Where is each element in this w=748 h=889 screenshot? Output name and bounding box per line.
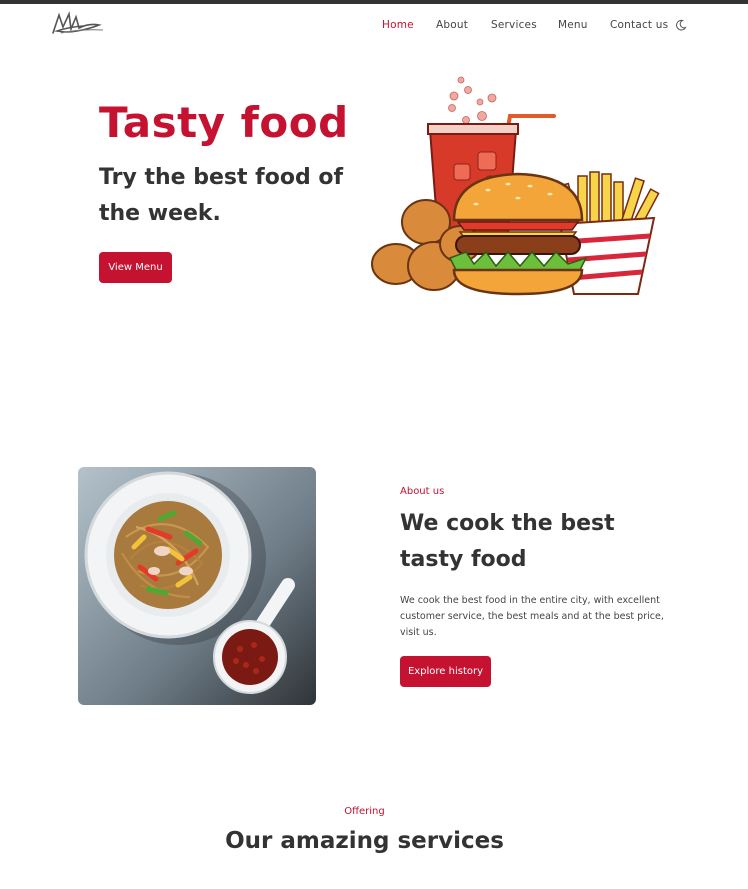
nav-services[interactable]: Services	[491, 19, 537, 31]
top-border	[0, 0, 748, 4]
main-nav: Home About Services Menu Contact us	[0, 19, 748, 35]
noodle-dish-photo	[78, 467, 316, 705]
about-title: We cook the best tasty food	[400, 511, 615, 572]
nav-home[interactable]: Home	[382, 19, 414, 31]
view-menu-button[interactable]: View Menu	[99, 252, 172, 283]
hero-title: Tasty food	[99, 98, 349, 147]
nav-menu[interactable]: Menu	[558, 19, 588, 31]
nav-contact[interactable]: Contact us	[610, 19, 668, 31]
about-kicker: About us	[400, 486, 445, 497]
fast-food-illustration	[371, 76, 660, 296]
moon-icon[interactable]	[675, 19, 687, 31]
about-description: We cook the best food in the entire city…	[400, 595, 664, 638]
explore-history-button[interactable]: Explore history	[400, 656, 491, 687]
services-title: Our amazing services	[225, 828, 504, 854]
nav-about[interactable]: About	[436, 19, 468, 31]
hero-subtitle: Try the best food of the week.	[99, 165, 344, 226]
offering-kicker: Offering	[344, 806, 385, 817]
